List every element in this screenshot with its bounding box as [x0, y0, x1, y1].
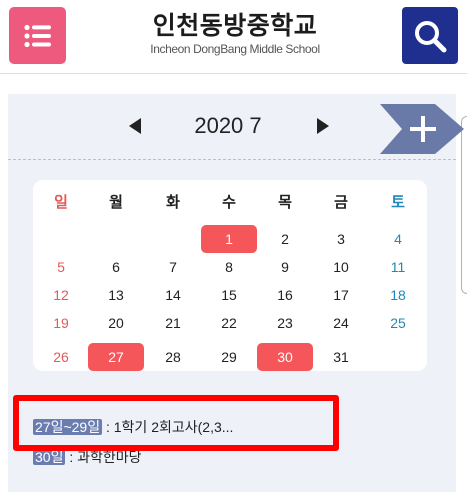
list-icon	[23, 24, 51, 47]
calendar-day[interactable]: 15	[201, 281, 257, 309]
calendar-day[interactable]: 4	[370, 225, 426, 253]
add-event-button[interactable]	[380, 104, 464, 154]
calendar-day[interactable]: 24	[313, 309, 369, 337]
calendar-day[interactable]: 17	[313, 281, 369, 309]
calendar-day[interactable]: 23	[257, 309, 313, 337]
weekday-label: 수	[222, 193, 236, 211]
app-header: 인천동방중학교 Incheon DongBang Middle School	[0, 0, 467, 74]
calendar-day[interactable]: 31	[313, 343, 369, 371]
calendar-day[interactable]: 18	[370, 281, 426, 309]
search-icon	[415, 20, 447, 52]
calendar-day[interactable]: 2	[257, 225, 313, 253]
calendar-day[interactable]: 26	[33, 343, 89, 371]
calendar-grid: 일월화수목금토 1 2 3 4 5 6 7 8 9 10 11 12 13 14 15 16 17 18 19 20 2…	[33, 180, 427, 371]
calendar-day[interactable]: 9	[257, 253, 313, 281]
calendar-day[interactable]: 20	[88, 309, 144, 337]
calendar-day[interactable]: 21	[145, 309, 201, 337]
weekday-label: 월	[109, 193, 123, 211]
school-name[interactable]: 인천동방중학교	[140, 10, 330, 42]
weekday-label: 목	[278, 193, 292, 211]
next-month-button[interactable]	[317, 118, 329, 134]
event-title: : 과학한마당	[65, 449, 142, 465]
calendar-day[interactable]: 29	[201, 343, 257, 371]
school-subtitle: Incheon DongBang Middle School	[150, 42, 320, 56]
menu-button[interactable]	[9, 7, 66, 64]
calendar-day[interactable]: 16	[257, 281, 313, 309]
calendar-day[interactable]: 8	[201, 253, 257, 281]
calendar-day[interactable]: 12	[33, 281, 89, 309]
month-label: 2020 7	[194, 113, 262, 138]
search-button[interactable]	[402, 7, 458, 64]
calendar-day[interactable]: 22	[201, 309, 257, 337]
calendar-day[interactable]: 13	[88, 281, 144, 309]
weekday-label: 화	[166, 193, 180, 211]
weekday-label: 토	[391, 193, 405, 211]
calendar-day[interactable]: 14	[145, 281, 201, 309]
prev-month-button[interactable]	[129, 118, 141, 134]
calendar-day[interactable]: 5	[33, 253, 89, 281]
calendar-day[interactable]: 11	[370, 253, 426, 281]
calendar-day[interactable]: 6	[88, 253, 144, 281]
calendar-day[interactable]: 10	[313, 253, 369, 281]
weekday-label: 금	[334, 193, 348, 211]
weekday-header: 일월화수목금토	[33, 188, 427, 216]
weekday-label: 일	[54, 193, 68, 211]
calendar-day[interactable]: 19	[33, 309, 89, 337]
calendar-day[interactable]: 27	[88, 343, 144, 371]
calendar-day[interactable]: 7	[145, 253, 201, 281]
calendar-day[interactable]: 1	[201, 225, 257, 253]
event-date-badge: 30일	[33, 449, 66, 465]
highlight-box	[13, 395, 339, 451]
calendar-day[interactable]: 25	[370, 309, 426, 337]
calendar-day[interactable]: 28	[145, 343, 201, 371]
calendar-day[interactable]: 30	[257, 343, 313, 371]
calendar-day[interactable]: 3	[313, 225, 369, 253]
